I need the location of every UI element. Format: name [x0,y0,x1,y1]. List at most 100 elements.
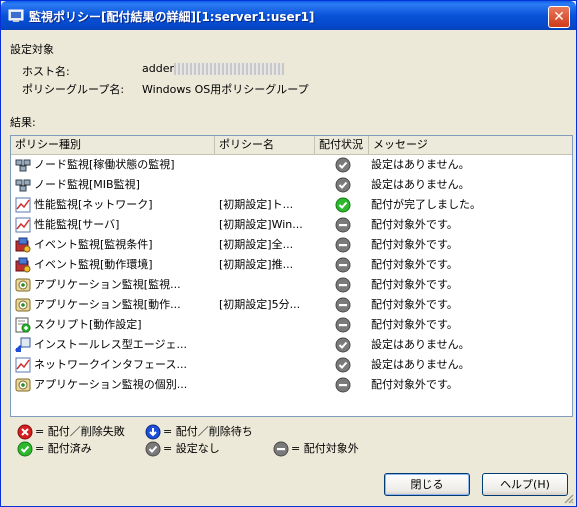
dialog-window: 監視ポリシー[配付結果の詳細][1:server1:user1] ✕ 設定対象 … [0,0,577,507]
application-monitor-icon [15,378,31,392]
policy-name-cell: [初期設定]全... [219,238,294,251]
no-setting-status-icon [335,157,351,173]
column-header-policy-type[interactable]: ポリシー種別 [11,136,215,154]
message-cell: 配付対象外です。 [371,258,458,271]
column-header-policy-name[interactable]: ポリシー名 [215,136,315,154]
table-row[interactable]: アプリケーション監視[監視... 配付対象外です。 [11,275,572,295]
close-button[interactable]: 閉じる [384,473,470,496]
target-section-label: 設定対象 [10,43,54,56]
window-title: 監視ポリシー[配付結果の詳細][1:server1:user1] [29,10,315,24]
policy-name-cell [219,375,315,395]
table-row[interactable]: スクリプト[動作設定] 配付対象外です。 [11,315,572,335]
excluded-status-icon [335,217,351,233]
message-cell: 設定はありません。 [371,338,470,351]
message-cell: 配付対象外です。 [371,298,458,311]
policy-name-cell: [初期設定]推... [219,258,294,271]
close-window-button[interactable]: ✕ [548,6,570,28]
table-row[interactable]: アプリケーション監視[動作... [初期設定]5分... 配付対象外です。 [11,295,572,315]
no-setting-status-icon [335,357,351,373]
host-name-label: ホスト名: [22,65,70,78]
no-setting-status-icon [145,441,161,457]
policy-group-label: ポリシーグループ名: [22,83,125,96]
message-cell: 設定はありません。 [371,158,470,171]
excluded-status-icon [335,257,351,273]
agentless-install-icon [15,337,31,353]
message-cell: 配付対象外です。 [371,378,458,391]
message-cell: 配付対象外です。 [371,238,458,251]
policy-type-cell: ノード監視[稼働状態の監視] [34,158,175,171]
legend-none-label: = 設定なし [163,442,220,455]
policy-type-cell: ノード監視[MIB監視] [34,178,140,191]
message-cell: 設定はありません。 [371,358,470,371]
excluded-status-icon [335,297,351,313]
table-header: ポリシー種別 ポリシー名 配付状況 メッセージ [11,136,572,155]
resize-grip-icon[interactable] [562,492,574,504]
policy-type-cell: インストールレス型エージェ... [34,338,188,351]
event-monitor-icon [15,237,31,253]
node-monitor-icon [15,159,31,172]
policy-group-value: Windows OS用ポリシーグループ [142,83,309,96]
policy-name-cell [219,275,315,295]
performance-chart-icon [15,197,31,213]
host-name-value: adder [142,62,174,75]
results-table[interactable]: ポリシー種別 ポリシー名 配付状況 メッセージ ノード監視[稼働状態の監視] 設定… [10,135,573,417]
policy-type-cell: 性能監視[サーバ] [34,218,120,231]
table-row[interactable]: アプリケーション監視の個別... 配付対象外です。 [11,375,572,395]
column-header-status[interactable]: 配付状況 [315,136,369,154]
script-icon [15,317,31,333]
table-row[interactable]: インストールレス型エージェ... 設定はありません。 [11,335,572,355]
message-cell: 設定はありません。 [371,178,470,191]
failed-status-icon [17,424,33,440]
policy-name-cell [219,335,315,355]
node-monitor-icon [15,179,31,192]
policy-name-cell: [初期設定]Win... [219,218,303,231]
policy-type-cell: ネットワークインタフェース... [34,358,187,371]
policy-name-cell: [初期設定]5分... [219,298,301,311]
legend-done-label: = 配付済み [35,442,92,455]
table-row[interactable]: ネットワークインタフェース... 設定はありません。 [11,355,572,375]
performance-chart-icon [15,217,31,233]
title-bar[interactable]: 監視ポリシー[配付結果の詳細][1:server1:user1] ✕ [1,1,576,30]
excluded-status-icon [273,441,289,457]
performance-chart-icon [15,357,31,373]
event-monitor-icon [15,257,31,273]
table-row[interactable]: 性能監視[サーバ] [初期設定]Win... 配付対象外です。 [11,215,572,235]
policy-name-cell [219,155,315,175]
message-cell: 配付対象外です。 [371,218,458,231]
policy-type-cell: イベント監視[動作環境] [34,258,153,271]
application-monitor-icon [15,278,31,292]
legend-waiting-label: = 配付／削除待ち [163,425,253,438]
waiting-status-icon [145,424,161,440]
redacted-host-suffix [174,63,284,75]
table-row[interactable]: 性能監視[ネットワーク] [初期設定]ト... 配付が完了しました。 [11,195,572,215]
message-cell: 配付が完了しました。 [371,198,481,211]
excluded-status-icon [335,237,351,253]
policy-type-cell: イベント監視[監視条件] [34,238,153,251]
results-label: 結果: [10,116,36,129]
policy-type-cell: 性能監視[ネットワーク] [34,198,153,211]
policy-type-cell: スクリプト[動作設定] [34,318,142,331]
policy-name-cell [219,315,315,335]
policy-type-cell: アプリケーション監視[動作... [34,298,181,311]
no-setting-status-icon [335,177,351,193]
monitor-policy-icon [8,9,24,22]
excluded-status-icon [335,317,351,333]
table-row[interactable]: ノード監視[MIB監視] 設定はありません。 [11,175,572,195]
help-button[interactable]: ヘルプ(H) [482,473,568,496]
policy-name-cell: [初期設定]ト... [219,198,294,211]
message-cell: 配付対象外です。 [371,278,458,291]
done-status-icon [335,197,351,213]
policy-name-cell [219,355,315,375]
done-status-icon [17,441,33,457]
table-row[interactable]: イベント監視[監視条件] [初期設定]全... 配付対象外です。 [11,235,572,255]
policy-type-cell: アプリケーション監視の個別... [34,378,188,391]
policy-name-cell [219,175,315,195]
message-cell: 配付対象外です。 [371,318,458,331]
table-row[interactable]: イベント監視[動作環境] [初期設定]推... 配付対象外です。 [11,255,572,275]
excluded-status-icon [335,277,351,293]
table-row[interactable]: ノード監視[稼働状態の監視] 設定はありません。 [11,155,572,175]
column-header-message[interactable]: メッセージ [369,136,572,154]
excluded-status-icon [335,377,351,393]
no-setting-status-icon [335,337,351,353]
application-monitor-icon [15,298,31,312]
